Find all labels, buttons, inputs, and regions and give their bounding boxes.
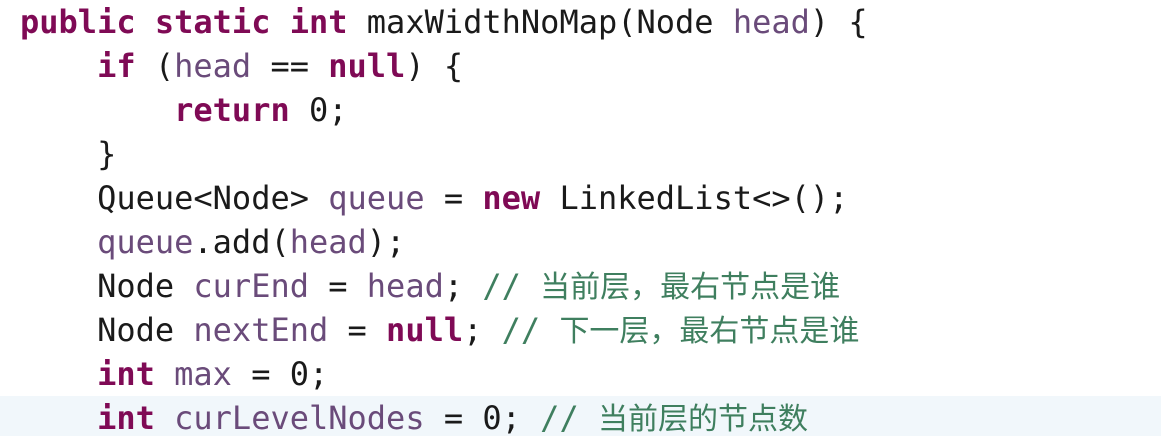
code-identifier: head <box>366 267 444 305</box>
code-line[interactable]: return 0; <box>20 88 868 132</box>
code-line[interactable]: int max = 0; <box>20 352 868 396</box>
code-editor[interactable]: public static int maxWidthNoMap(Node hea… <box>0 0 1161 436</box>
code-token: Node <box>97 311 194 349</box>
code-keyword: null <box>328 47 406 85</box>
code-identifier: head <box>732 3 810 41</box>
code-token: Queue<Node> <box>97 179 329 217</box>
code-token: Node <box>97 267 194 305</box>
code-comment: 当前层，最右节点是谁 <box>540 270 841 305</box>
code-identifier: curEnd <box>193 267 309 305</box>
code-token: = <box>424 179 483 217</box>
code-keyword: static <box>154 3 271 41</box>
code-keyword: int <box>97 355 155 393</box>
code-identifier: curLevelNodes <box>174 399 425 436</box>
code-token: } <box>97 135 117 173</box>
code-identifier: head <box>289 223 367 261</box>
code-token: ) { <box>405 47 464 85</box>
code-comment: 当前层的节点数 <box>597 402 808 436</box>
code-token: ; <box>463 311 502 349</box>
code-line[interactable]: int curLevelNodes = 0; // 当前层的节点数 <box>20 396 868 436</box>
code-line[interactable]: if (head == null) { <box>20 44 868 88</box>
code-token: = <box>308 267 367 305</box>
code-token: = 0; <box>231 355 329 393</box>
code-identifier: queue <box>328 179 425 217</box>
code-identifier: nextEnd <box>193 311 329 349</box>
code-line[interactable]: Node nextEnd = null; // 下一层，最右节点是谁 <box>20 308 868 352</box>
code-line[interactable]: public static int maxWidthNoMap(Node hea… <box>20 0 868 44</box>
code-comment: // <box>540 399 598 436</box>
code-token: ) { <box>809 3 868 41</box>
code-block[interactable]: public static int maxWidthNoMap(Node hea… <box>20 0 868 436</box>
code-token: LinkedList<>(); <box>540 179 849 217</box>
code-identifier: queue <box>97 223 194 261</box>
code-keyword: int <box>97 399 155 436</box>
code-comment: 下一层，最右节点是谁 <box>559 314 860 349</box>
code-line[interactable]: queue.add(head); <box>20 220 868 264</box>
code-keyword: if <box>97 47 136 85</box>
code-line[interactable]: } <box>20 132 868 176</box>
code-token: 0; <box>289 91 348 129</box>
code-keyword: int <box>289 3 348 41</box>
code-keyword: null <box>386 311 464 349</box>
code-token: ( <box>135 47 175 85</box>
code-token: maxWidthNoMap(Node <box>347 3 733 41</box>
code-line[interactable]: Node curEnd = head; // 当前层，最右节点是谁 <box>20 264 868 308</box>
code-line[interactable]: Queue<Node> queue = new LinkedList<>(); <box>20 176 868 220</box>
code-comment: // <box>501 311 560 349</box>
code-keyword: new <box>482 179 541 217</box>
code-keyword: public <box>20 3 136 41</box>
code-token: ); <box>366 223 406 261</box>
code-token: ; <box>443 267 483 305</box>
code-keyword: return <box>174 91 290 129</box>
code-token: = <box>328 311 387 349</box>
code-identifier: head <box>174 47 252 85</box>
code-token: = 0; <box>424 399 541 436</box>
code-token: .add( <box>193 223 290 261</box>
code-identifier: max <box>174 355 232 393</box>
code-token: == <box>251 47 329 85</box>
code-comment: // <box>482 267 541 305</box>
